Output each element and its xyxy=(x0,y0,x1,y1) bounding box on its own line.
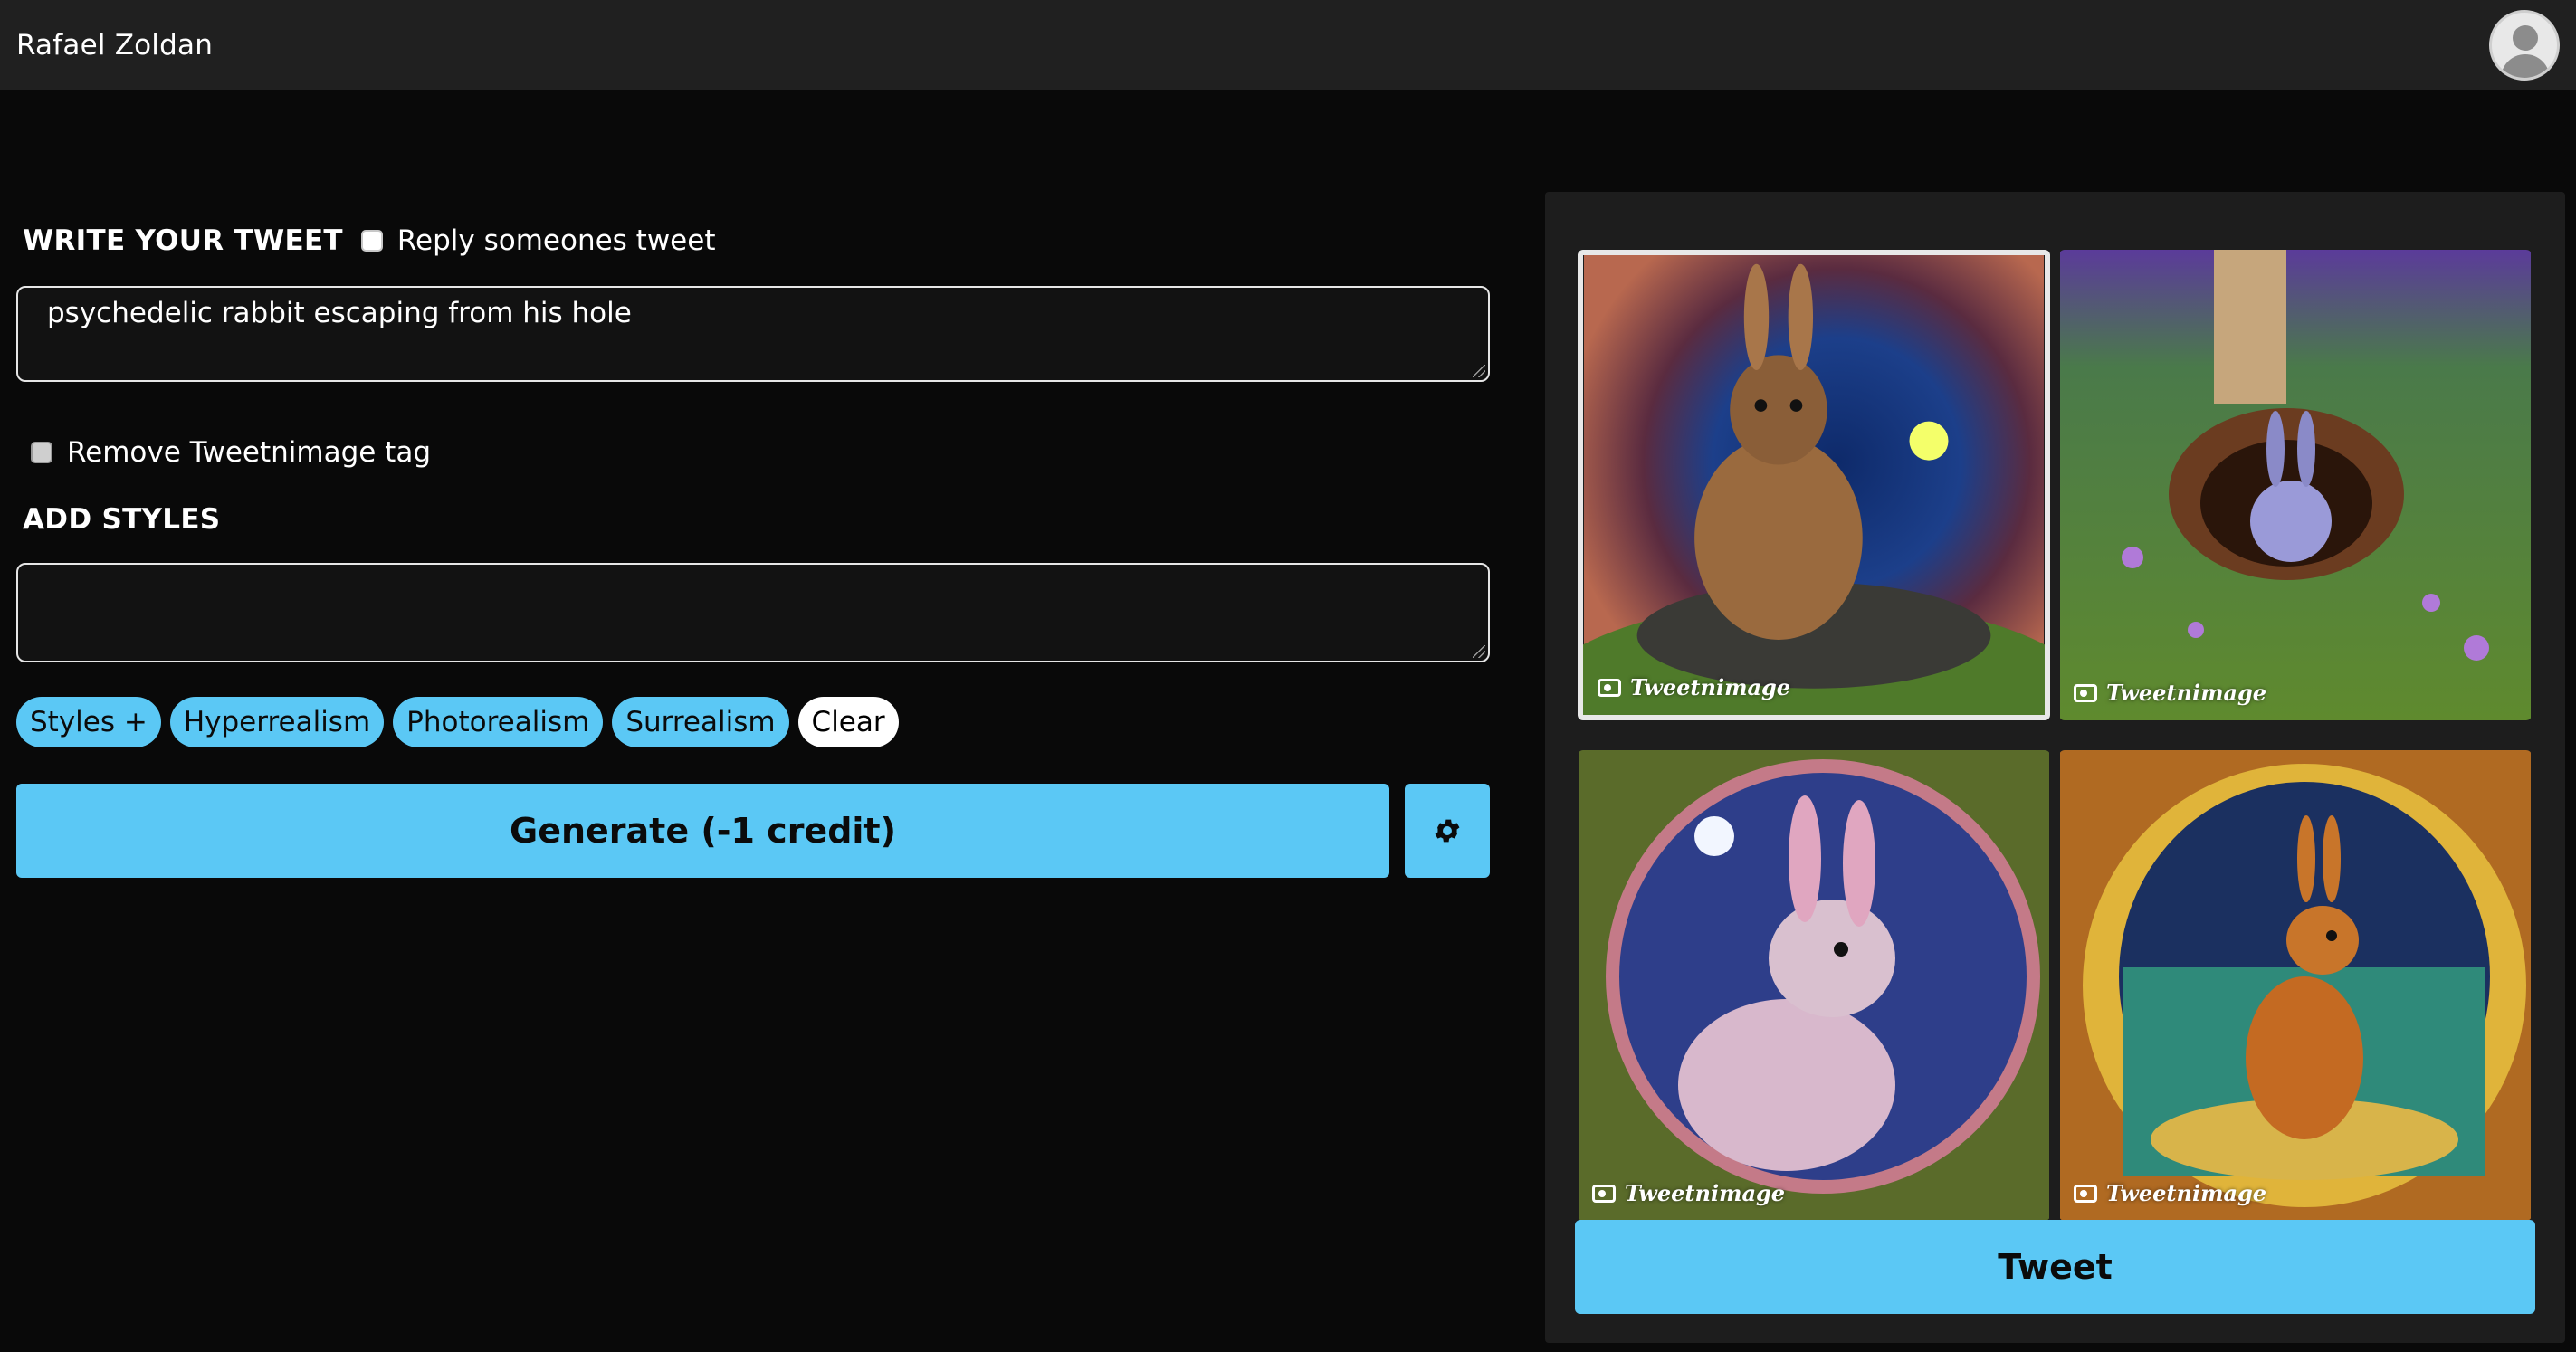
style-chips: Styles + Hyperrealism Photorealism Surre… xyxy=(16,697,899,747)
results-panel: Tweetnimage Tweetnimage Tweetnimage Twee… xyxy=(1545,192,2565,1343)
style-chip-surrealism[interactable]: Surrealism xyxy=(612,697,789,747)
image-icon xyxy=(2074,683,2097,702)
settings-button[interactable] xyxy=(1405,784,1490,878)
remove-tag-row: Remove Tweetnimage tag xyxy=(31,436,431,469)
reply-checkbox-label: Reply someones tweet xyxy=(396,224,716,257)
watermark-1: Tweetnimage xyxy=(1598,674,1790,700)
rabbit-tunnel-image xyxy=(1583,255,2045,715)
generated-image-4[interactable]: Tweetnimage xyxy=(2059,750,2532,1221)
watermark-text: Tweetnimage xyxy=(2106,1180,2267,1206)
generated-image-3[interactable]: Tweetnimage xyxy=(1578,750,2050,1221)
tweet-input[interactable]: psychedelic rabbit escaping from his hol… xyxy=(16,286,1490,382)
avatar[interactable] xyxy=(2489,10,2560,81)
reply-checkbox[interactable] xyxy=(360,230,383,252)
style-chip-hyperrealism[interactable]: Hyperrealism xyxy=(169,697,385,747)
image-icon xyxy=(1598,678,1621,697)
rabbit-hole-image xyxy=(2060,250,2531,720)
styles-input[interactable] xyxy=(16,563,1490,662)
watermark-4: Tweetnimage xyxy=(2074,1180,2266,1206)
remove-tag-label: Remove Tweetnimage tag xyxy=(67,436,432,469)
image-icon xyxy=(2074,1184,2097,1203)
gear-icon xyxy=(1435,819,1460,843)
avatar-head-icon xyxy=(2513,25,2538,51)
watermark-text: Tweetnimage xyxy=(2106,680,2267,706)
tweet-header-row: WRITE YOUR TWEET Reply someones tweet xyxy=(23,224,716,257)
tweet-button[interactable]: Tweet xyxy=(1575,1220,2535,1314)
generate-button[interactable]: Generate (-1 credit) xyxy=(16,784,1389,878)
user-name: Rafael Zoldan xyxy=(16,29,214,62)
style-chip-photorealism[interactable]: Photorealism xyxy=(393,697,604,747)
watermark-3: Tweetnimage xyxy=(1592,1180,1785,1206)
rabbit-orb-image xyxy=(1579,750,2049,1221)
generated-image-2[interactable]: Tweetnimage xyxy=(2059,250,2532,720)
resize-grip-icon[interactable] xyxy=(1473,645,1485,658)
avatar-body-icon xyxy=(2501,54,2550,78)
watermark-text: Tweetnimage xyxy=(1625,1180,1786,1206)
styles-add-chip[interactable]: Styles + xyxy=(16,697,161,747)
add-styles-title: ADD STYLES xyxy=(23,503,221,536)
write-tweet-title: WRITE YOUR TWEET xyxy=(23,224,343,257)
tweet-input-text: psychedelic rabbit escaping from his hol… xyxy=(47,297,632,329)
clear-styles-chip[interactable]: Clear xyxy=(797,697,899,747)
top-bar: Rafael Zoldan xyxy=(0,0,2576,90)
watermark-2: Tweetnimage xyxy=(2074,680,2266,706)
rabbit-ring-image xyxy=(2060,750,2531,1221)
resize-grip-icon[interactable] xyxy=(1473,365,1485,377)
watermark-text: Tweetnimage xyxy=(1630,674,1791,700)
image-icon xyxy=(1592,1184,1616,1203)
generated-image-1[interactable]: Tweetnimage xyxy=(1578,250,2050,720)
remove-tag-checkbox[interactable] xyxy=(31,442,52,463)
